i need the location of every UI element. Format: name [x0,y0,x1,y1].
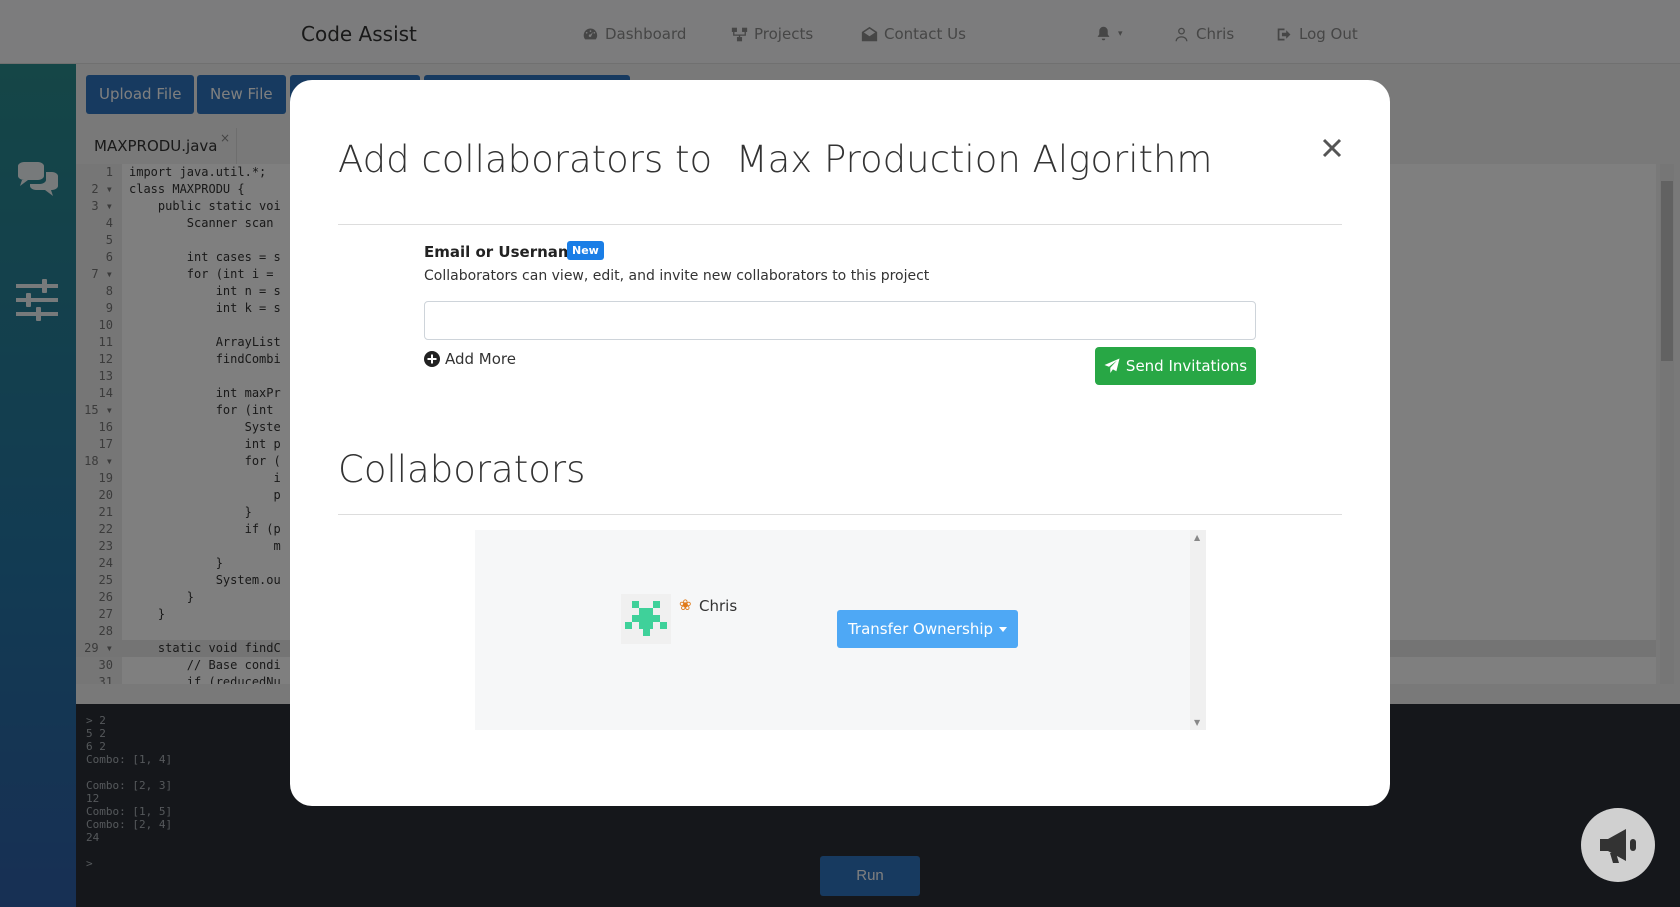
modal-title-prefix: Add collaborators to [338,138,713,181]
modal-close-button[interactable] [1318,134,1346,162]
identicon-icon [621,594,671,644]
modal-project-name: Max Production Algorithm [735,138,1213,181]
paper-plane-icon [1104,358,1120,373]
feedback-button[interactable] [1581,808,1655,882]
scroll-up-icon[interactable]: ▲ [1194,533,1200,542]
collaborators-list: ❀ Chris Transfer Ownership ▲ ▼ [475,530,1206,730]
divider [338,224,1342,225]
plus-circle-icon [424,351,440,367]
collaborator-name: Chris [699,597,738,615]
new-badge: New [567,241,604,260]
scroll-down-icon[interactable]: ▼ [1194,718,1200,727]
transfer-ownership-dropdown[interactable]: Transfer Ownership [837,610,1018,648]
medal-icon: ❀ [679,596,692,614]
collaborators-heading: Collaborators [338,448,586,491]
send-invitations-label: Send Invitations [1125,357,1248,375]
caret-down-icon [999,626,1008,632]
email-field-label: Email or Username [424,243,584,261]
divider [338,514,1342,515]
collaborators-scrollbar[interactable]: ▲ ▼ [1190,530,1206,730]
transfer-ownership-label: Transfer Ownership [847,620,994,638]
add-more-label: Add More [445,350,516,368]
close-icon [1322,138,1342,158]
send-invitations-button[interactable]: Send Invitations [1095,347,1256,385]
add-collaborators-modal: Add collaborators to Max Production Algo… [290,80,1390,806]
email-field-help: Collaborators can view, edit, and invite… [424,268,930,284]
add-more-button[interactable]: Add More [424,350,516,368]
email-field[interactable] [424,301,1256,340]
megaphone-icon [1600,829,1636,863]
modal-title: Add collaborators to Max Production Algo… [338,138,1212,181]
avatar [621,594,671,644]
